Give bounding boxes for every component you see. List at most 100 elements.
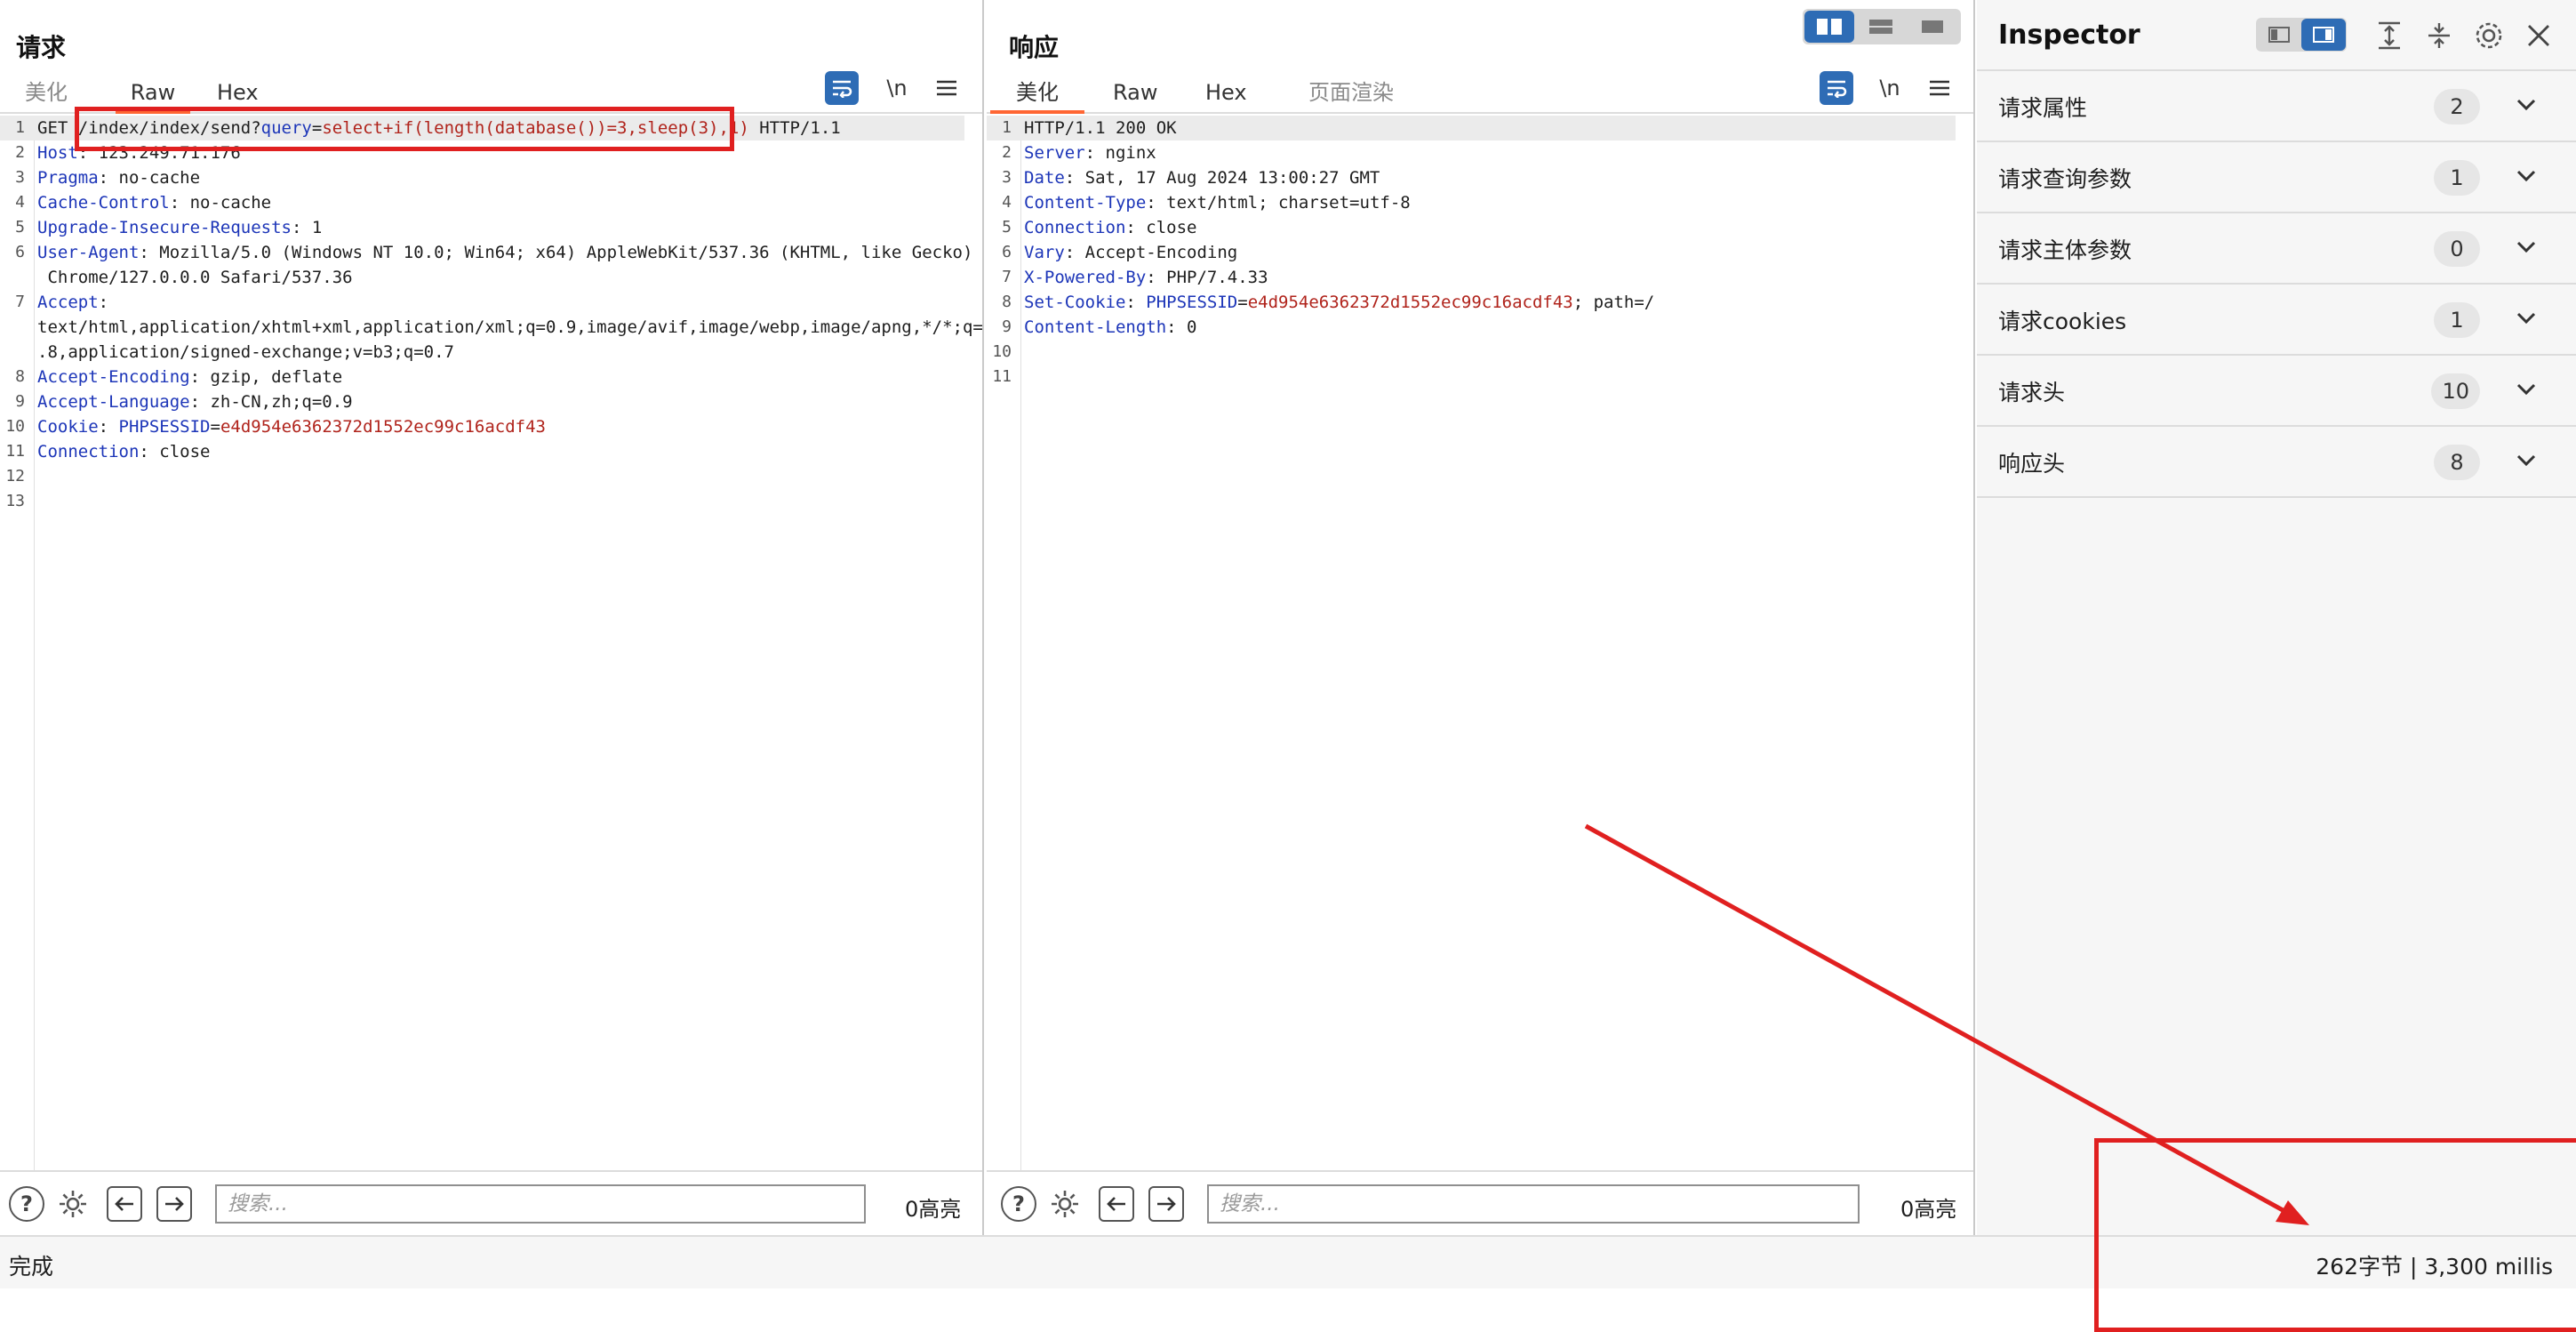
menu-icon[interactable] [930,71,964,105]
line-number: 5 [1002,218,1012,237]
arrow-right-icon[interactable] [156,1186,192,1222]
line-number: 9 [15,392,25,411]
inspector-list: 请求属性 2 请求查询参数 1 请求主体参数 0 请求cookies 1 请求头 10 响应头 8 [1977,69,2576,498]
code-line: 3 Date: Sat, 17 Aug 2024 13:00:27 GMT [987,165,1956,190]
line-number: 5 [15,218,25,237]
chevron-down-icon[interactable] [2508,87,2544,123]
line-text: Set-Cookie: PHPSESSID=e4d954e6362372d155… [1024,293,1655,312]
inspector-row[interactable]: 请求查询参数 1 [1977,142,2576,213]
inspector-layout-left-icon[interactable] [2257,19,2301,51]
code-line: 11 [987,365,1956,389]
request-tab-raw[interactable]: Raw [116,75,190,114]
code-line: 1 GET /index/index/send?query=select+if(l… [0,116,964,140]
status-text: 完成 [9,1254,54,1280]
code-line: 11 Connection: close [0,439,964,464]
menu-icon[interactable] [1923,71,1956,105]
line-text: Upgrade-Insecure-Requests: 1 [37,218,323,237]
request-search-input[interactable] [215,1184,866,1224]
newline-toggle-button[interactable]: \n [1873,71,1907,105]
request-tab-hex[interactable]: Hex [212,75,264,114]
inspector-row-label: 请求头 [1998,380,2066,405]
settings-icon[interactable] [55,1186,91,1222]
line-text: Server: nginx [1024,143,1156,163]
code-line: .8,application/signed-exchange;v=b3;q=0.… [0,340,964,365]
help-icon[interactable]: ? [1001,1186,1036,1222]
code-line: 8 Set-Cookie: PHPSESSID=e4d954e6362372d15… [987,290,1956,315]
request-search-bar: ? 0高亮 [0,1170,982,1235]
inspector-row[interactable]: 请求头 10 [1977,356,2576,427]
code-line: 8 Accept-Encoding: gzip, deflate [0,365,964,389]
inspector-row-count: 1 [2434,302,2480,338]
line-text: X-Powered-By: PHP/7.4.33 [1024,268,1268,287]
line-text: Vary: Accept-Encoding [1024,243,1238,262]
line-text: Accept-Encoding: gzip, deflate [37,367,343,387]
line-number: 7 [1002,268,1012,286]
request-panel: 请求 美化 Raw Hex \n 1 GET /index/index/send?… [0,0,984,1235]
inspector-row[interactable]: 请求cookies 1 [1977,285,2576,356]
inspector-row[interactable]: 请求主体参数 0 [1977,213,2576,285]
layout-stack-icon[interactable] [1856,11,1906,43]
code-line: 13 [0,489,964,514]
response-size-timing: 262字节 | 3,300 millis [2316,1254,2553,1280]
code-line: 12 [0,464,964,489]
chevron-down-icon[interactable] [2508,158,2544,194]
response-tab-pretty[interactable]: 美化 [990,75,1084,114]
line-text: Host: 123.249.71.176 [37,143,241,163]
expand-icon[interactable] [2370,16,2409,55]
help-icon[interactable]: ? [9,1186,44,1222]
line-number: 1 [15,118,25,137]
response-tab-render[interactable]: 页面渲染 [1303,75,1399,114]
status-bar: 完成 262字节 | 3,300 millis [0,1235,2576,1288]
wrap-lines-icon[interactable] [1820,71,1853,105]
response-highlight-count: 0高亮 [1900,1197,1957,1222]
line-text: GET /index/index/send?query=select+if(le… [37,118,841,138]
code-line: 7 X-Powered-By: PHP/7.4.33 [987,265,1956,290]
wrap-lines-icon[interactable] [825,71,859,105]
inspector-layout-right-icon[interactable] [2301,19,2346,51]
request-tab-pretty[interactable]: 美化 [20,75,73,114]
chevron-down-icon[interactable] [2508,301,2544,336]
arrow-left-icon[interactable] [107,1186,142,1222]
response-title: 响应 [1009,33,1060,62]
response-tab-raw[interactable]: Raw [1108,75,1163,114]
chevron-down-icon[interactable] [2508,372,2544,407]
request-title: 请求 [16,33,67,62]
chevron-down-icon[interactable] [2508,229,2544,265]
inspector-row-count: 1 [2434,160,2480,196]
collapse-icon[interactable] [2420,16,2459,55]
line-number: 1 [1002,118,1012,137]
code-line: 4 Content-Type: text/html; charset=utf-8 [987,190,1956,215]
code-line: 1 HTTP/1.1 200 OK [987,116,1956,140]
request-editor[interactable]: 1 GET /index/index/send?query=select+if(l… [0,116,982,1170]
line-number: 10 [992,342,1012,361]
line-number: 8 [15,367,25,386]
inspector-panel: Inspector 请求属性 2 请求查询参数 1 请求主体参数 0 请求cookies 1 请… [1977,0,2576,1235]
line-number: 8 [1002,293,1012,311]
layout-side-icon[interactable] [1804,11,1854,43]
layout-single-icon[interactable] [1908,11,1957,43]
newline-toggle-button[interactable]: \n [880,71,914,105]
line-text: Content-Length: 0 [1024,317,1197,337]
arrow-left-icon[interactable] [1099,1186,1134,1222]
response-search-input[interactable] [1207,1184,1860,1224]
line-text: text/html,application/xhtml+xml,applicat… [37,317,982,337]
line-number: 4 [15,193,25,212]
arrow-right-icon[interactable] [1148,1186,1184,1222]
code-line: 10 Cookie: PHPSESSID=e4d954e6362372d1552e… [0,414,964,439]
inspector-layout-toggle [2256,18,2347,52]
close-icon[interactable] [2519,16,2558,55]
settings-icon[interactable] [1047,1186,1083,1222]
code-line: Chrome/127.0.0.0 Safari/537.36 [0,265,964,290]
inspector-row[interactable]: 请求属性 2 [1977,71,2576,142]
line-text: HTTP/1.1 200 OK [1024,118,1177,138]
response-panel: 响应 美化 Raw Hex 页面渲染 \n 1 HTTP/1.1 200 OK 2 S… [987,0,1975,1235]
response-search-bar: ? 0高亮 [987,1170,1973,1235]
inspector-row-count: 10 [2431,373,2480,409]
gear-icon[interactable] [2469,16,2508,55]
inspector-row-label: 请求cookies [1998,309,2127,334]
inspector-row[interactable]: 响应头 8 [1977,427,2576,498]
chevron-down-icon[interactable] [2508,443,2544,478]
line-number: 10 [5,417,25,436]
response-editor[interactable]: 1 HTTP/1.1 200 OK 2 Server: nginx 3 Date: Sat… [987,116,1973,1170]
response-tab-hex[interactable]: Hex [1200,75,1252,114]
